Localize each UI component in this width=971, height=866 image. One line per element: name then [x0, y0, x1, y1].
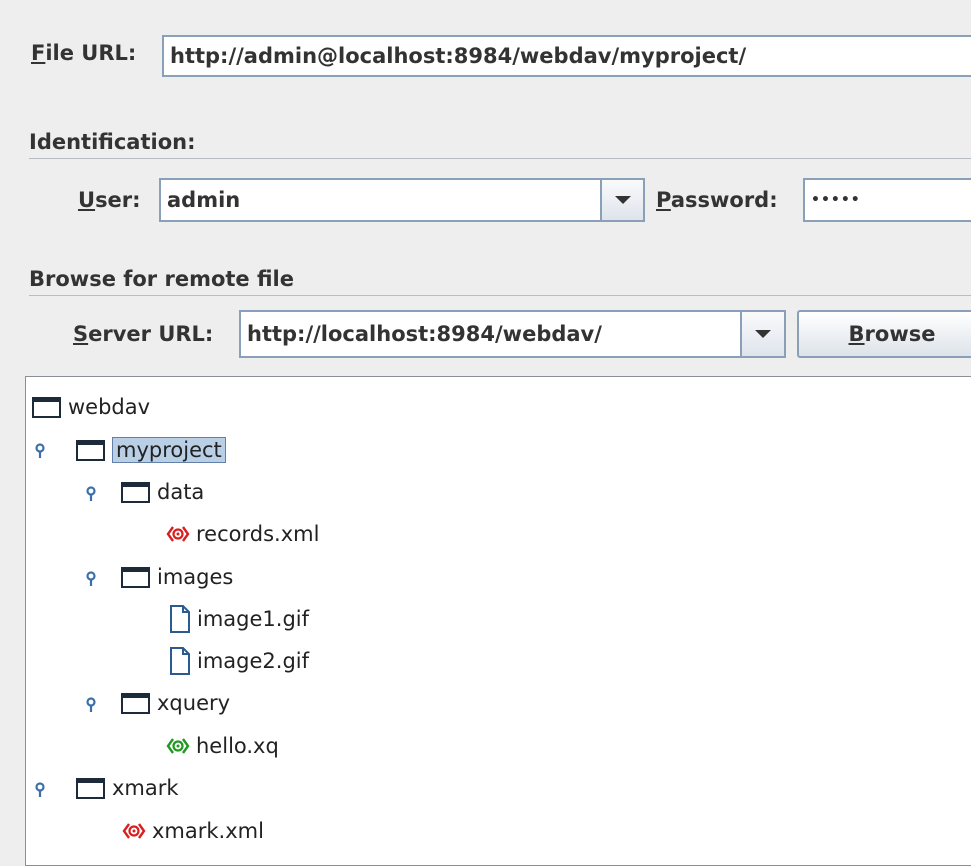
tree-node-data[interactable]: data [121, 475, 204, 509]
tree-node-label: xmark.xml [152, 819, 264, 843]
server-url-dropdown-button[interactable] [740, 310, 786, 358]
remote-file-tree[interactable]: webdav myproject data records.xml images… [25, 376, 971, 866]
user-combo-input[interactable]: admin [159, 178, 602, 222]
expanded-handle-icon[interactable] [34, 443, 46, 459]
expanded-handle-icon[interactable] [34, 782, 46, 798]
identification-heading: Identification: [29, 130, 196, 154]
file-url-input[interactable]: http://admin@localhost:8984/webdav/mypro… [162, 35, 971, 77]
tree-node-label: image2.gif [197, 649, 310, 673]
chevron-down-icon [614, 196, 631, 204]
folder-icon [121, 693, 150, 714]
file-icon [170, 647, 190, 675]
password-field[interactable]: ••••• [803, 178, 971, 222]
tree-node-label: data [157, 480, 205, 504]
expanded-handle-icon[interactable] [85, 486, 97, 502]
server-url-label: Server URL: [73, 322, 214, 346]
folder-icon [32, 397, 61, 418]
tree-node-hello-xq[interactable]: hello.xq [166, 729, 279, 763]
tree-node-image1-gif[interactable]: image1.gif [169, 602, 309, 636]
tree-node-myproject[interactable]: myproject [76, 433, 226, 467]
xml-file-icon [166, 526, 190, 542]
server-url-combo-input[interactable]: http://localhost:8984/webdav/ [239, 310, 742, 358]
tree-node-label: xmark [112, 776, 179, 800]
tree-node-label: records.xml [196, 522, 320, 546]
tree-node-label: image1.gif [197, 607, 310, 631]
folder-icon [121, 482, 150, 503]
file-icon [170, 605, 190, 633]
browse-separator [29, 295, 971, 296]
user-dropdown-button[interactable] [600, 178, 645, 222]
browse-button[interactable]: Browse [797, 310, 971, 358]
tree-node-label: xquery [157, 691, 231, 715]
chevron-down-icon [755, 330, 771, 338]
expanded-handle-icon[interactable] [85, 697, 97, 713]
browse-heading: Browse for remote file [29, 267, 294, 291]
folder-icon [76, 778, 105, 799]
tree-node-xmark[interactable]: xmark [76, 771, 179, 805]
tree-node-records-xml[interactable]: records.xml [166, 517, 319, 551]
tree-node-xquery[interactable]: xquery [121, 686, 230, 720]
password-label: Password: [656, 188, 778, 212]
tree-node-label: myproject [112, 437, 226, 463]
tree-node-label: hello.xq [196, 734, 279, 758]
identification-separator [29, 158, 971, 159]
tree-node-label: webdav [68, 395, 151, 419]
xml-file-icon [122, 823, 146, 839]
xquery-file-icon [166, 738, 190, 754]
tree-node-webdav[interactable]: webdav [32, 390, 150, 424]
folder-icon [121, 567, 150, 588]
tree-node-image2-gif[interactable]: image2.gif [169, 644, 309, 678]
expanded-handle-icon[interactable] [85, 571, 97, 587]
tree-node-label: images [157, 565, 234, 589]
folder-icon [76, 440, 105, 461]
user-label: User: [78, 188, 141, 212]
tree-node-xmark-xml[interactable]: xmark.xml [122, 814, 264, 848]
file-url-label: File URL: [31, 41, 137, 65]
tree-node-images[interactable]: images [121, 560, 233, 594]
